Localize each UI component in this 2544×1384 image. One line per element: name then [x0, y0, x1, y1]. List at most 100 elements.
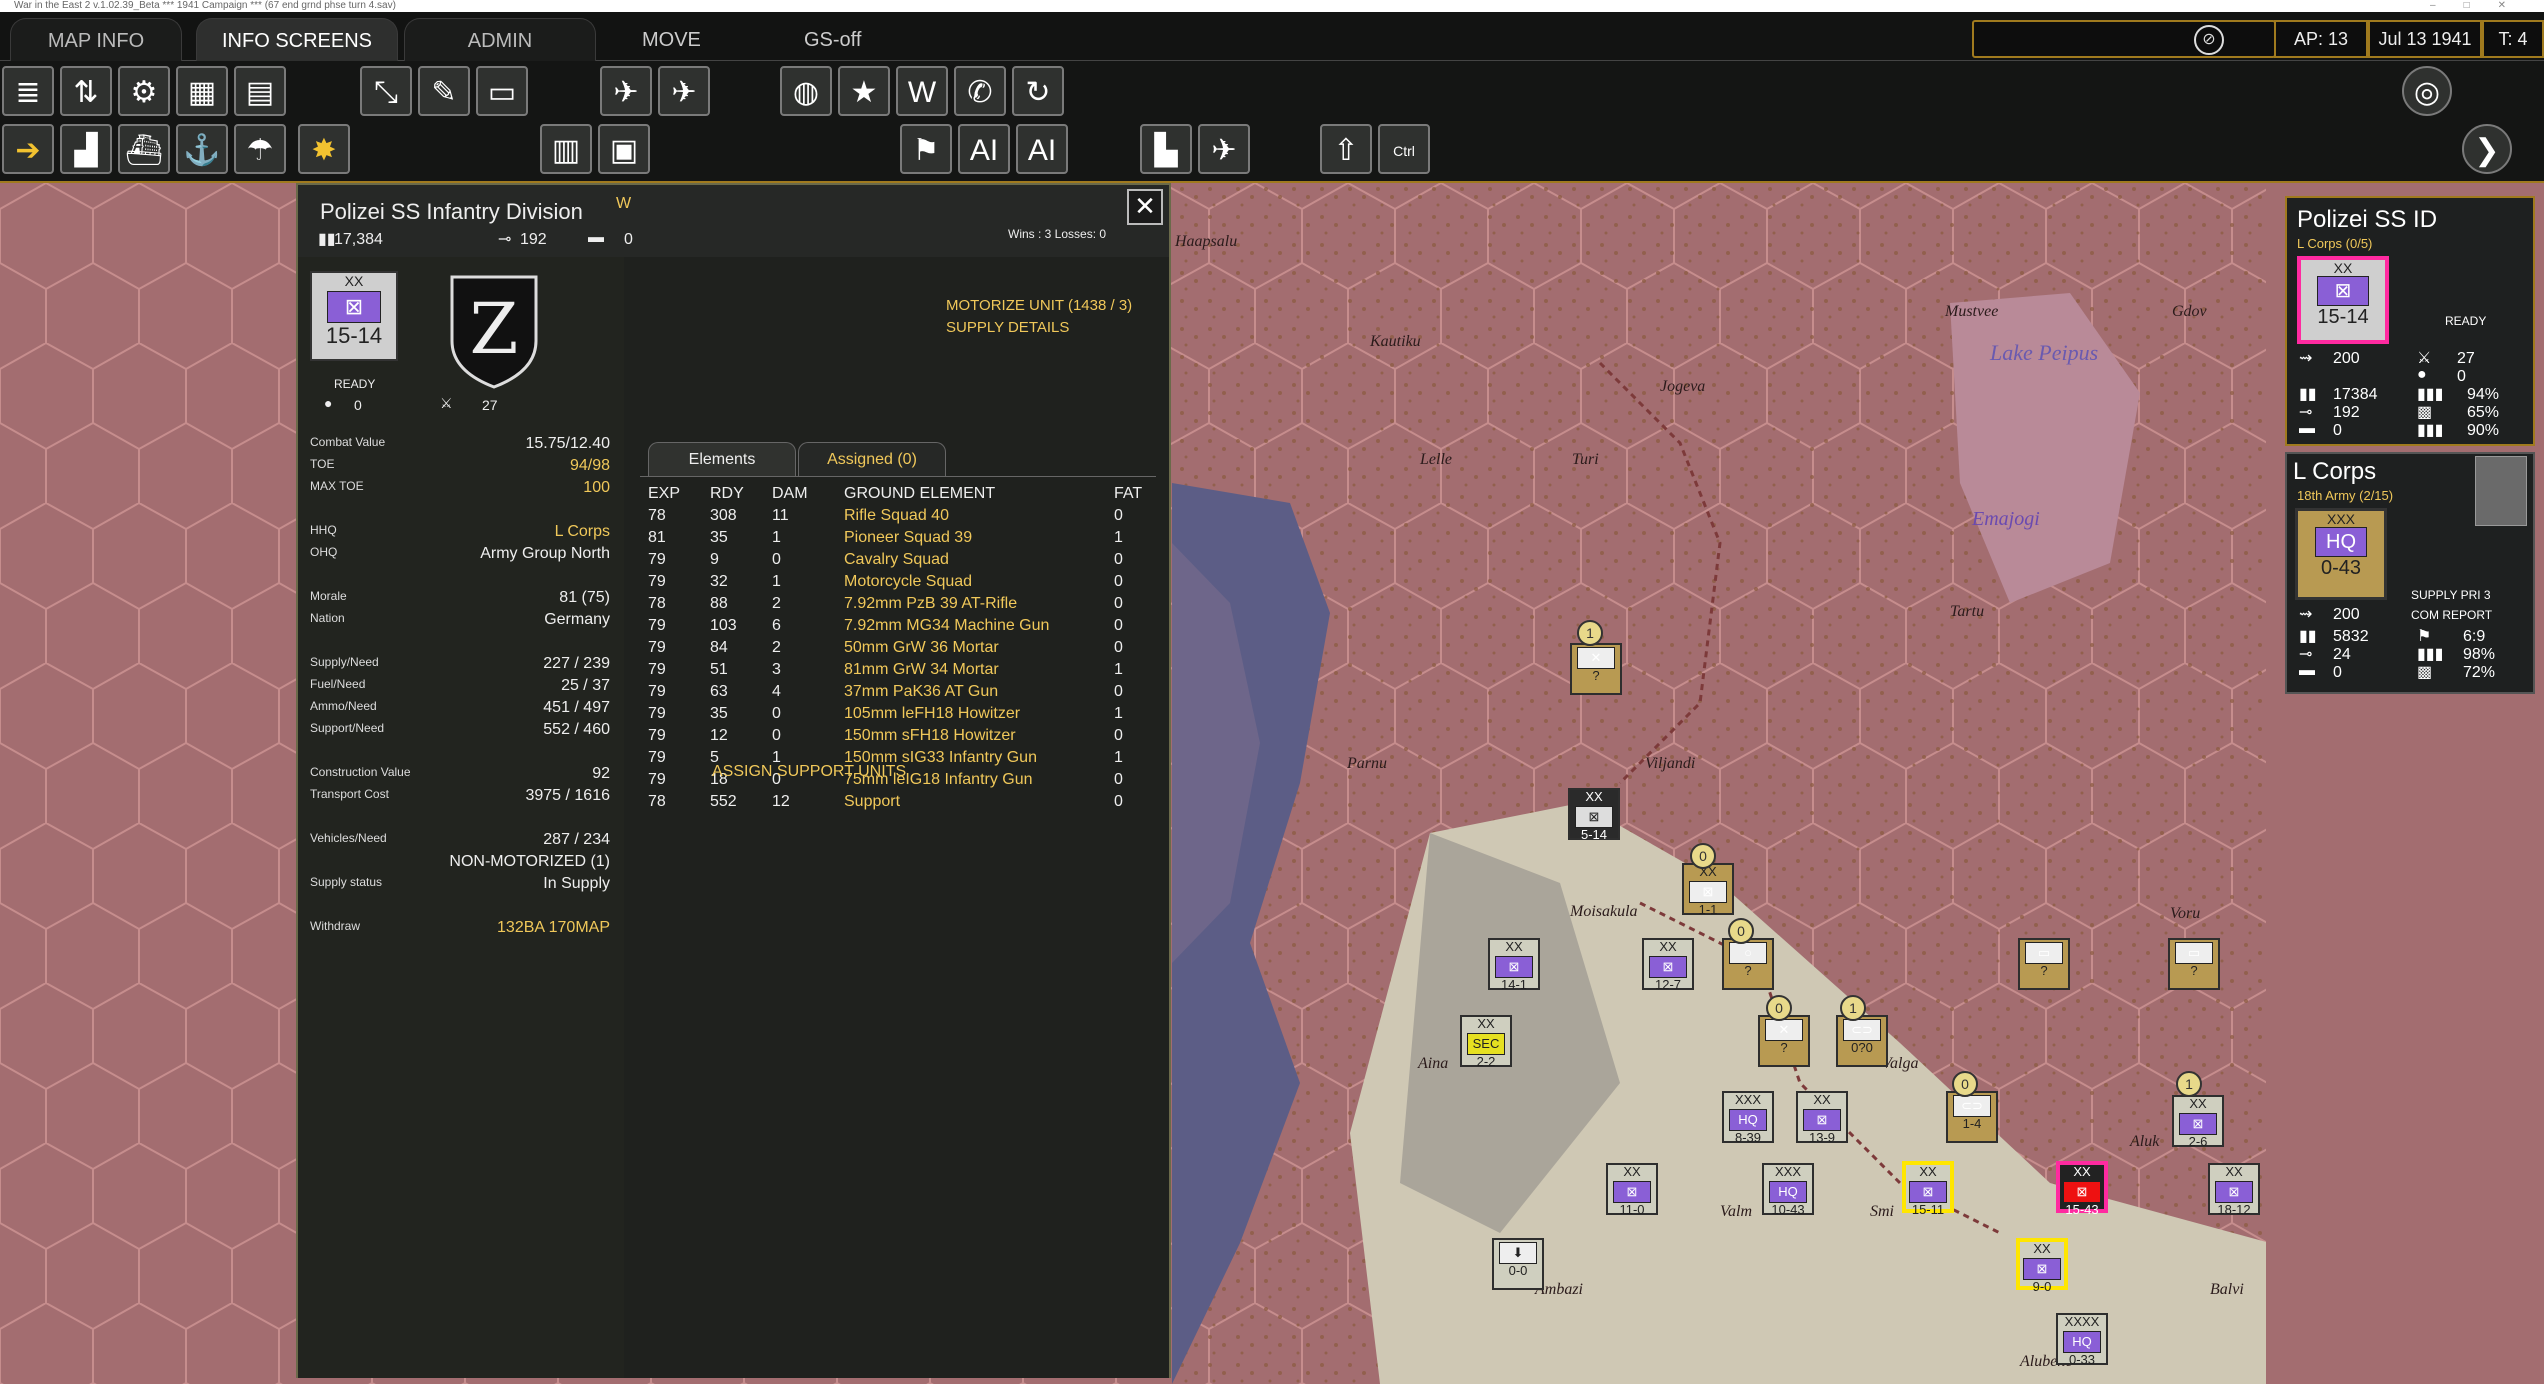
film-icon[interactable]: ▣ — [598, 124, 650, 174]
fortify-icon[interactable]: ▥ — [540, 124, 592, 174]
ctrl-key-icon[interactable]: Ctrl — [1378, 124, 1430, 174]
report-icon[interactable]: ▤ — [234, 66, 286, 116]
ai-c-icon[interactable]: AI — [958, 124, 1010, 174]
element-row[interactable]: 79 63 4 37mm PaK36 AT Gun 0 — [624, 683, 1164, 703]
supply-marker[interactable]: 1 — [2176, 1071, 2202, 1097]
supply-marker[interactable]: 1 — [1840, 995, 1866, 1021]
aircraft-raid-icon[interactable]: ✈ — [1198, 124, 1250, 174]
tab-elements[interactable]: Elements — [648, 442, 796, 477]
network-icon[interactable]: ◎ — [2402, 66, 2452, 116]
map-unit[interactable]: XXXX HQ 0-33 — [2056, 1313, 2108, 1367]
map-unit[interactable]: XX ⊠ 5-14 — [1568, 788, 1620, 842]
element-row[interactable]: 79 103 6 7.92mm MG34 Machine Gun 0 — [624, 617, 1164, 637]
gs-toggle[interactable]: GS-off — [804, 22, 861, 58]
commander-portrait[interactable] — [2475, 456, 2527, 526]
air-doctrine-icon[interactable]: ✈ — [658, 66, 710, 116]
assign-support-link[interactable]: ASSIGN SUPPORT UNITS — [712, 763, 906, 781]
clipboard-icon[interactable]: ▭ — [476, 66, 528, 116]
tab-admin[interactable]: ADMIN — [404, 18, 596, 61]
map-unit[interactable]: XX SEC 2-2 — [1460, 1015, 1512, 1069]
map-unit-selected[interactable]: XX ⊠ 15-11 — [1902, 1161, 1954, 1217]
card-hq-counter[interactable]: XXX HQ 0-43 — [2295, 508, 2387, 600]
announce-icon[interactable]: ✆ — [954, 66, 1006, 116]
unit-counter[interactable]: XX ⊠ 15-14 — [310, 271, 398, 361]
chart-icon[interactable]: ▦ — [176, 66, 228, 116]
map-unit[interactable]: XXX HQ 8-39 — [1722, 1091, 1774, 1145]
map-unit[interactable]: XX ⊠ 14-1 — [1488, 938, 1540, 992]
com-report-link[interactable]: COM REPORT — [2411, 608, 2492, 622]
el-name: 7.92mm MG34 Machine Gun — [844, 617, 1050, 634]
element-row[interactable]: 79 32 1 Motorcycle Squad 0 — [624, 573, 1164, 593]
supply-marker[interactable]: 0 — [1952, 1071, 1978, 1097]
upload-icon[interactable]: ⇧ — [1320, 124, 1372, 174]
tab-map-info[interactable]: MAP INFO — [10, 18, 182, 61]
ai-a-icon[interactable]: AI — [1016, 124, 1068, 174]
element-row[interactable]: 79 51 3 81mm GrW 34 Mortar 1 — [624, 661, 1164, 681]
globe-icon[interactable]: ◍ — [780, 66, 832, 116]
map-unit-unknown[interactable]: ✕? — [1570, 643, 1622, 695]
map-unit[interactable]: ⬇ 0-0 — [1492, 1238, 1544, 1290]
element-row[interactable]: 79 35 0 105mm leFH18 Howitzer 1 — [624, 705, 1164, 725]
element-row[interactable]: 79 84 2 50mm GrW 36 Mortar 0 — [624, 639, 1164, 659]
element-row[interactable]: 79 12 0 150mm sFH18 Howitzer 0 — [624, 727, 1164, 747]
map-unit-unknown[interactable]: ▭? — [2168, 938, 2220, 990]
map-unit[interactable]: XX ⊠ 12-7 — [1642, 938, 1694, 992]
supply-marker[interactable]: 1 — [1577, 620, 1603, 646]
element-row[interactable]: 81 35 1 Pioneer Squad 39 1 — [624, 529, 1164, 549]
map-unit-unknown[interactable]: ✕? — [1758, 1015, 1810, 1067]
map-unit[interactable]: XX ⊠ 2-6 — [2172, 1095, 2224, 1149]
map-unit[interactable]: XX ⊠ 13-9 — [1796, 1091, 1848, 1145]
edit-doc-icon[interactable]: ✎ — [418, 66, 470, 116]
landing-icon[interactable]: ⚓ — [176, 124, 228, 174]
map-unit[interactable]: XX ⊠ 1-1 — [1682, 863, 1734, 917]
explosion-icon[interactable]: ✸ — [298, 124, 350, 174]
tab-assigned[interactable]: Assigned (0) — [798, 442, 946, 477]
element-row[interactable]: 78 88 2 7.92mm PzB 39 AT-Rifle 0 — [624, 595, 1164, 615]
supply-details-link[interactable]: SUPPLY DETAILS — [946, 319, 1069, 336]
flag-icon[interactable]: ⚑ — [900, 124, 952, 174]
arrow-right-icon[interactable]: ➔ — [2, 124, 54, 174]
fuel-drop-icon: ● — [2417, 366, 2427, 383]
map-unit-active[interactable]: XX ⊠ 15-43 — [2056, 1161, 2108, 1217]
list-icon[interactable]: ≣ — [2, 66, 54, 116]
element-row[interactable]: 79 9 0 Cavalry Squad 0 — [624, 551, 1164, 571]
message-box[interactable]: ⊘ — [1972, 20, 2276, 58]
star-icon[interactable]: ★ — [838, 66, 890, 116]
sort-icon[interactable]: ⇅ — [60, 66, 112, 116]
motorize-unit-link[interactable]: MOTORIZE UNIT (1438 / 3) — [946, 297, 1132, 314]
paradrop-icon[interactable]: ☂ — [234, 124, 286, 174]
element-row[interactable]: 78 552 12 Support 0 — [624, 793, 1164, 813]
selected-unit-card[interactable]: Polizei SS ID L Corps (0/5) XX ⊠ 15-14 R… — [2285, 196, 2535, 446]
map-unit[interactable]: ⊂⊃ 1-4 — [1946, 1091, 1998, 1143]
airbase-icon[interactable]: ✈ — [600, 66, 652, 116]
supply-marker[interactable]: 0 — [1766, 995, 1792, 1021]
map-unit[interactable]: XX ⊠ 18-12 — [2208, 1163, 2260, 1217]
element-row[interactable]: 78 308 11 Rifle Squad 40 0 — [624, 507, 1164, 527]
train-icon[interactable]: ▟ — [60, 124, 112, 174]
map-unit[interactable]: XX ⊠ 11-0 — [1606, 1163, 1658, 1217]
gear-icon[interactable]: ⚙ — [118, 66, 170, 116]
next-arrow-icon[interactable]: ❯ — [2462, 124, 2512, 174]
map-unit-unknown[interactable]: ○? — [1722, 938, 1774, 990]
card-ammo: 65% — [2467, 404, 2500, 421]
map-unit[interactable]: ⊂⊃ 0?0 — [1836, 1015, 1888, 1067]
card-unit-counter[interactable]: XX ⊠ 15-14 — [2297, 256, 2389, 344]
resize-arrows-icon[interactable]: ⤡ — [360, 66, 412, 116]
close-button[interactable]: ✕ — [1127, 189, 1163, 225]
settings-globe-icon[interactable]: ⊘ — [2194, 25, 2224, 55]
map-unit-unknown[interactable]: ▭? — [2018, 938, 2070, 990]
window-controls[interactable]: –□✕ — [2430, 0, 2534, 12]
map-unit[interactable]: XXX HQ 10-43 — [1762, 1163, 1814, 1217]
supply-marker[interactable]: 0 — [1690, 843, 1716, 869]
cycle-icon[interactable]: ↻ — [1012, 66, 1064, 116]
tab-divider — [640, 476, 1156, 477]
map-unit-selected[interactable]: XX ⊠ 9-0 — [2016, 1238, 2068, 1294]
supply-marker[interactable]: 0 — [1728, 918, 1754, 944]
ship-icon[interactable]: ⛴ — [118, 124, 170, 174]
factory-icon[interactable]: ▙ — [1140, 124, 1192, 174]
w-report-icon[interactable]: W — [896, 66, 948, 116]
hq-unit-card[interactable]: L Corps 18th Army (2/15) XXX HQ 0-43 SUP… — [2285, 452, 2535, 694]
tab-info-screens[interactable]: INFO SCREENS — [196, 18, 398, 61]
supply-priority[interactable]: SUPPLY PRI 3 — [2411, 588, 2491, 602]
move-menu[interactable]: MOVE — [642, 22, 701, 58]
